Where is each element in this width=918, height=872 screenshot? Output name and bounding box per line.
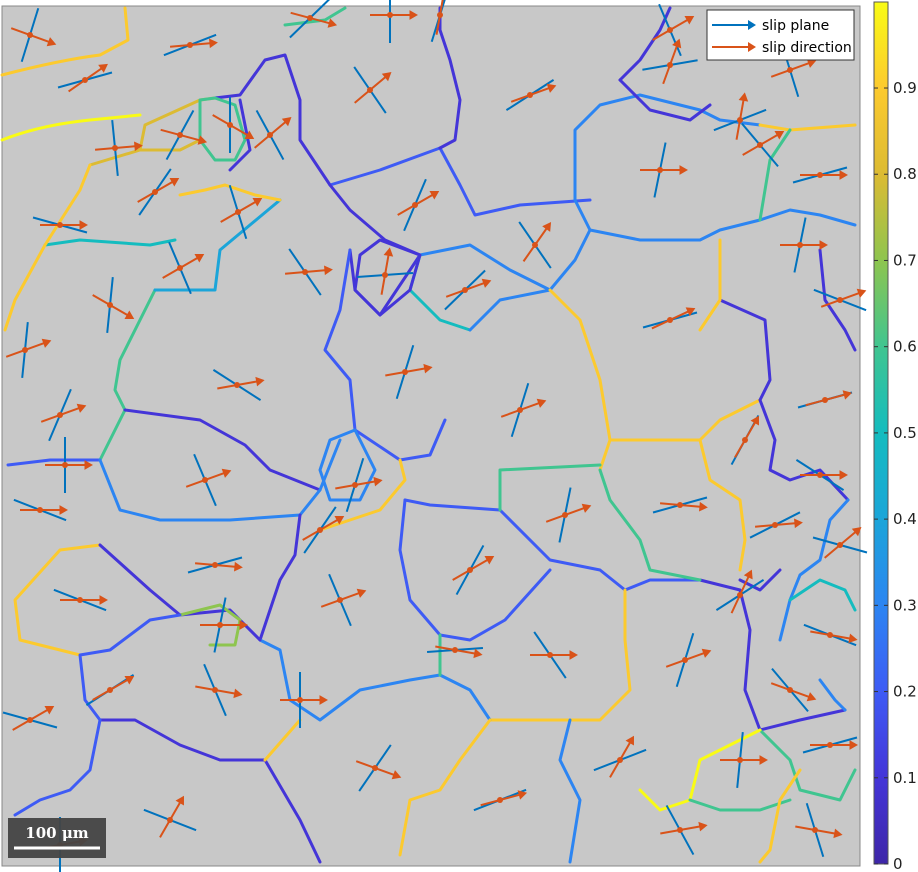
grain-center-marker — [77, 597, 83, 603]
grain-center-marker — [27, 32, 33, 38]
grain-center-marker — [107, 687, 113, 693]
scale-bar: 100 μm — [8, 818, 106, 858]
grain-center-marker — [527, 92, 533, 98]
colorbar-tick-label: 0.7 — [893, 251, 917, 269]
grain-center-marker — [112, 145, 118, 151]
grain-center-marker — [212, 562, 218, 568]
grain-center-marker — [547, 652, 553, 658]
grain-center-marker — [82, 77, 88, 83]
grain-center-marker — [352, 482, 358, 488]
grain-center-marker — [107, 302, 113, 308]
grain-center-marker — [317, 527, 323, 533]
grain-center-marker — [462, 287, 468, 293]
grain-center-marker — [302, 269, 308, 275]
grain-center-marker — [402, 369, 408, 375]
ebsd-map — [0, 0, 868, 872]
grain-center-marker — [817, 172, 823, 178]
grain-center-marker — [235, 209, 241, 215]
grain-center-marker — [57, 412, 63, 418]
grain-center-marker — [667, 317, 673, 323]
colorbar-tick-label: 0 — [893, 855, 903, 872]
grain-center-marker — [812, 827, 818, 833]
grain-center-marker — [797, 242, 803, 248]
colorbar-tick-label: 0.8 — [893, 165, 917, 183]
grain-center-marker — [737, 757, 743, 763]
grain-center-marker — [737, 592, 743, 598]
grain-center-marker — [217, 622, 223, 628]
grain-center-marker — [817, 472, 823, 478]
grain-center-marker — [152, 189, 158, 195]
grain-center-marker — [367, 87, 373, 93]
grain-center-marker — [27, 717, 33, 723]
grain-center-marker — [382, 272, 388, 278]
colorbar-tick-label: 0.6 — [893, 338, 917, 356]
grain-center-marker — [234, 382, 240, 388]
grain-center-marker — [517, 407, 523, 413]
grain-center-marker — [787, 687, 793, 693]
colorbar-tick-label: 0.4 — [893, 510, 917, 528]
grain-center-marker — [677, 827, 683, 833]
grain-center-marker — [562, 512, 568, 518]
grain-center-marker — [337, 597, 343, 603]
grain-center-marker — [667, 27, 673, 33]
grain-center-marker — [62, 462, 68, 468]
grain-center-marker — [267, 132, 273, 138]
grain-center-marker — [532, 242, 538, 248]
grain-center-marker — [57, 222, 63, 228]
grain-center-marker — [667, 62, 673, 68]
grain-center-marker — [202, 477, 208, 483]
grain-center-marker — [617, 757, 623, 763]
grain-center-marker — [657, 167, 663, 173]
grain-center-marker — [412, 202, 418, 208]
legend-label-slip-direction: slip direction — [762, 40, 852, 56]
grain-center-marker — [372, 765, 378, 771]
grain-center-marker — [387, 12, 393, 18]
grain-center-marker — [297, 697, 303, 703]
grain-center-marker — [177, 132, 183, 138]
grain-center-marker — [187, 42, 193, 48]
grain-center-marker — [837, 297, 843, 303]
grain-center-marker — [37, 507, 43, 513]
grain-center-marker — [227, 122, 233, 128]
colorbar-tick-label: 0.1 — [893, 769, 917, 787]
colorbar-tick-label: 0.9 — [893, 79, 917, 97]
grain-center-marker — [307, 15, 313, 21]
grain-center-marker — [742, 437, 748, 443]
colorbar-tick-label: 0.2 — [893, 683, 917, 701]
colorbar-tick-label: 0.3 — [893, 596, 917, 614]
scale-bar-label: 100 μm — [25, 824, 89, 842]
grain-center-marker — [497, 797, 503, 803]
grain-center-marker — [682, 657, 688, 663]
grain-center-marker — [737, 117, 743, 123]
legend: slip plane slip direction — [706, 9, 855, 61]
legend-label-slip-plane: slip plane — [762, 18, 829, 34]
grain-center-marker — [177, 265, 183, 271]
map-background — [1, 5, 861, 867]
grain-center-marker — [827, 742, 833, 748]
grain-center-marker — [437, 12, 443, 18]
grain-center-marker — [677, 502, 683, 508]
grain-center-marker — [22, 347, 28, 353]
grain-center-marker — [822, 397, 828, 403]
grain-center-marker — [772, 522, 778, 528]
colorbar-tick-label: 0.5 — [893, 424, 917, 442]
grain-center-marker — [167, 817, 173, 823]
grain-center-marker — [757, 142, 763, 148]
colorbar: 0.9 0.8 0.7 0.6 0.5 0.4 0.3 0.2 0.1 0 — [873, 1, 917, 872]
grain-center-marker — [827, 632, 833, 638]
grain-map-figure: slip plane slip direction 100 μm 0.90.80… — [0, 0, 917, 872]
grain-center-marker — [212, 687, 218, 693]
grain-center-marker — [452, 647, 458, 653]
grain-center-marker — [787, 67, 793, 73]
grain-center-marker — [837, 542, 843, 548]
grain-center-marker — [467, 567, 473, 573]
